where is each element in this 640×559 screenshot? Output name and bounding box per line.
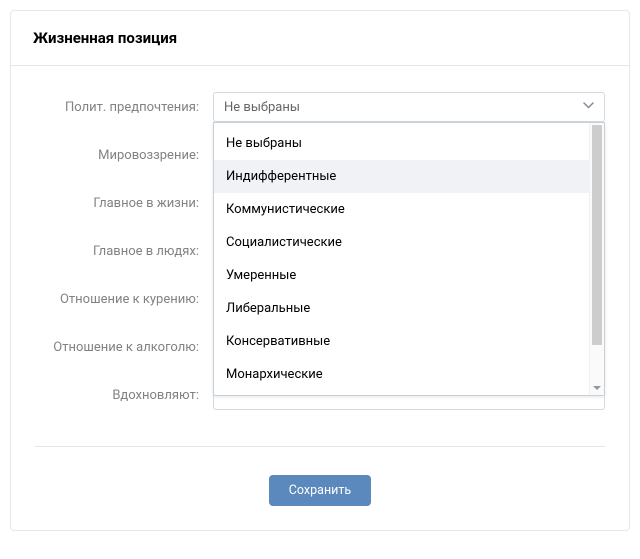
political-dropdown: Не выбраны Индифферентные Коммунистическ… (213, 122, 605, 396)
control-political: Не выбраны Не выбраны Индифферентные Ком… (213, 92, 605, 122)
chevron-down-icon (583, 102, 594, 113)
dropdown-item[interactable]: Либеральные (214, 292, 589, 325)
dropdown-item[interactable]: Социалистические (214, 226, 589, 259)
label-smoking: Отношение к курению: (35, 292, 213, 307)
panel-title: Жизненная позиция (33, 29, 607, 47)
dropdown-item[interactable]: Коммунистические (214, 193, 589, 226)
political-select[interactable]: Не выбраны (213, 92, 605, 122)
panel-body: Полит. предпочтения: Не выбраны Не выбра… (11, 66, 629, 446)
political-selected-value: Не выбраны (224, 100, 300, 115)
life-position-panel: Жизненная позиция Полит. предпочтения: Н… (10, 10, 630, 531)
dropdown-item[interactable]: Консервативные (214, 325, 589, 358)
scrollbar-thumb[interactable] (592, 125, 602, 345)
save-button[interactable]: Сохранить (269, 475, 371, 506)
scroll-down-icon[interactable] (590, 381, 604, 395)
political-dropdown-list: Не выбраны Индифферентные Коммунистическ… (214, 123, 589, 395)
dropdown-item[interactable]: Индифферентные (214, 160, 589, 193)
panel-header: Жизненная позиция (11, 11, 629, 66)
label-worldview: Мировоззрение: (35, 148, 213, 163)
row-political: Полит. предпочтения: Не выбраны Не выбра… (35, 92, 605, 122)
dropdown-item[interactable]: Умеренные (214, 259, 589, 292)
label-political: Полит. предпочтения: (35, 100, 213, 115)
label-main-life: Главное в жизни: (35, 196, 213, 211)
dropdown-scrollbar[interactable] (589, 123, 604, 395)
actions-bar: Сохранить (35, 446, 605, 530)
dropdown-item[interactable]: Монархические (214, 358, 589, 391)
label-inspire: Вдохновляют: (35, 388, 213, 403)
label-alcohol: Отношение к алкоголю: (35, 340, 213, 355)
label-main-people: Главное в людях: (35, 244, 213, 259)
dropdown-item[interactable]: Не выбраны (214, 127, 589, 160)
